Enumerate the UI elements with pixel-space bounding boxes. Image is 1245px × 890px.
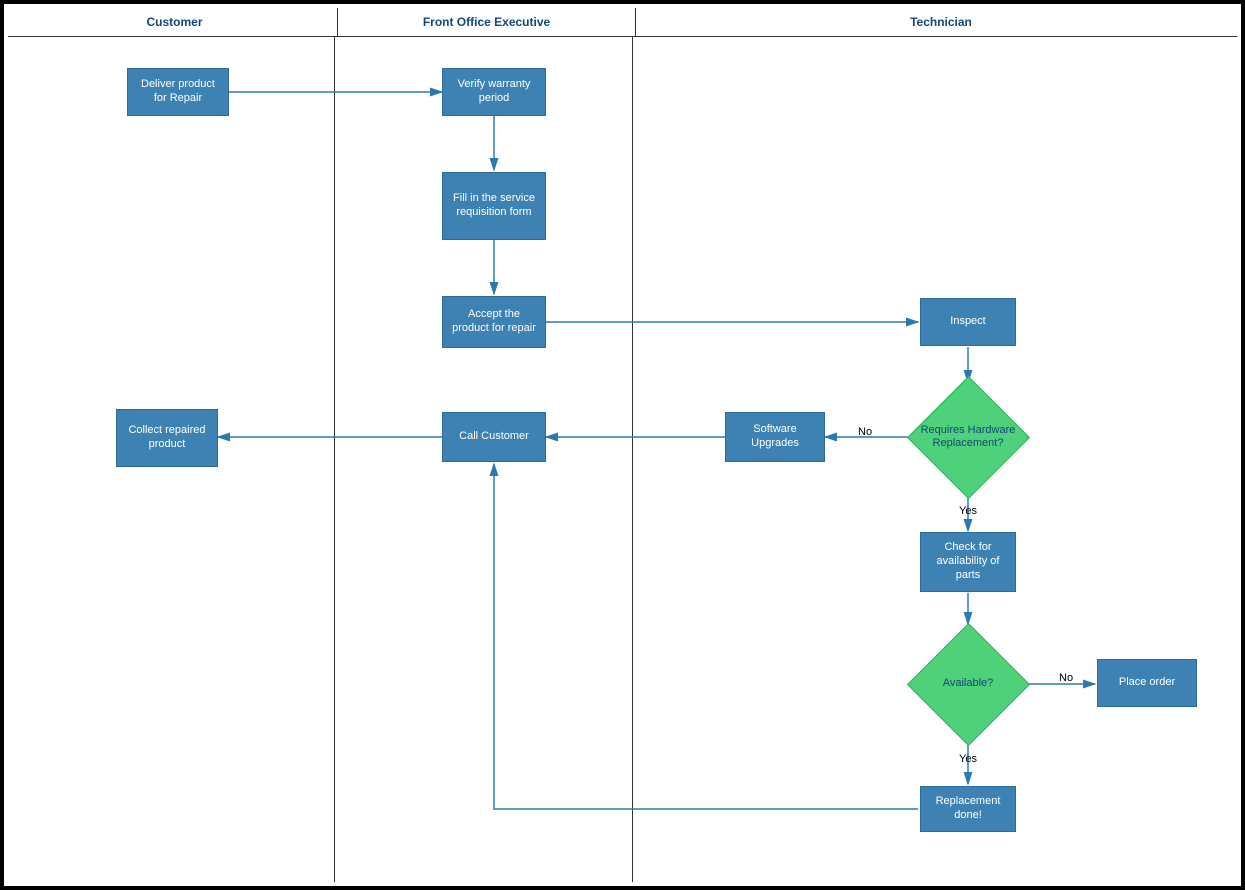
box-collect-product: Collect repaired product [116,409,218,467]
edge-label-no: No [1059,672,1073,684]
edge-label-yes: Yes [959,753,977,765]
decision-label: Available? [943,677,994,690]
lane-label: Front Office Executive [423,15,550,29]
box-label: Collect repaired product [123,424,211,452]
swimlane-diagram: Customer Front Office Executive Technici… [0,0,1245,890]
box-fill-requisition: Fill in the service requisition form [442,172,546,240]
box-label: Verify warranty period [449,78,539,106]
box-label: Software Upgrades [732,423,818,451]
lane-label: Technician [910,15,972,29]
lane-header-technician: Technician [636,8,1245,36]
box-label: Inspect [950,315,985,329]
box-label: Deliver product for Repair [134,78,222,106]
box-deliver-product: Deliver product for Repair [127,68,229,116]
decision-available: Available? [908,624,1028,744]
box-label: Fill in the service requisition form [449,192,539,220]
edge-label-yes: Yes [959,505,977,517]
box-call-customer: Call Customer [442,412,546,462]
box-software-upgrades: Software Upgrades [725,412,825,462]
box-check-parts: Check for availability of parts [920,532,1016,592]
box-inspect: Inspect [920,298,1016,346]
lane-divider [334,36,335,882]
lane-label: Customer [146,15,202,29]
box-label: Check for availability of parts [927,541,1009,582]
edge-label-no: No [858,426,872,438]
box-accept-product: Accept the product for repair [442,296,546,348]
decision-hardware-replacement: Requires Hardware Replacement? [908,377,1028,497]
lane-header-band: Customer Front Office Executive Technici… [8,8,1237,37]
box-place-order: Place order [1097,659,1197,707]
box-label: Replacement done! [927,795,1009,823]
lane-header-customer: Customer [12,8,338,36]
box-label: Call Customer [459,430,529,444]
decision-label: Requires Hardware Replacement? [918,424,1018,450]
lane-divider [632,36,633,882]
box-label: Place order [1119,676,1175,690]
box-label: Accept the product for repair [449,308,539,336]
box-replacement-done: Replacement done! [920,786,1016,832]
lane-header-front-office: Front Office Executive [338,8,636,36]
box-verify-warranty: Verify warranty period [442,68,546,116]
